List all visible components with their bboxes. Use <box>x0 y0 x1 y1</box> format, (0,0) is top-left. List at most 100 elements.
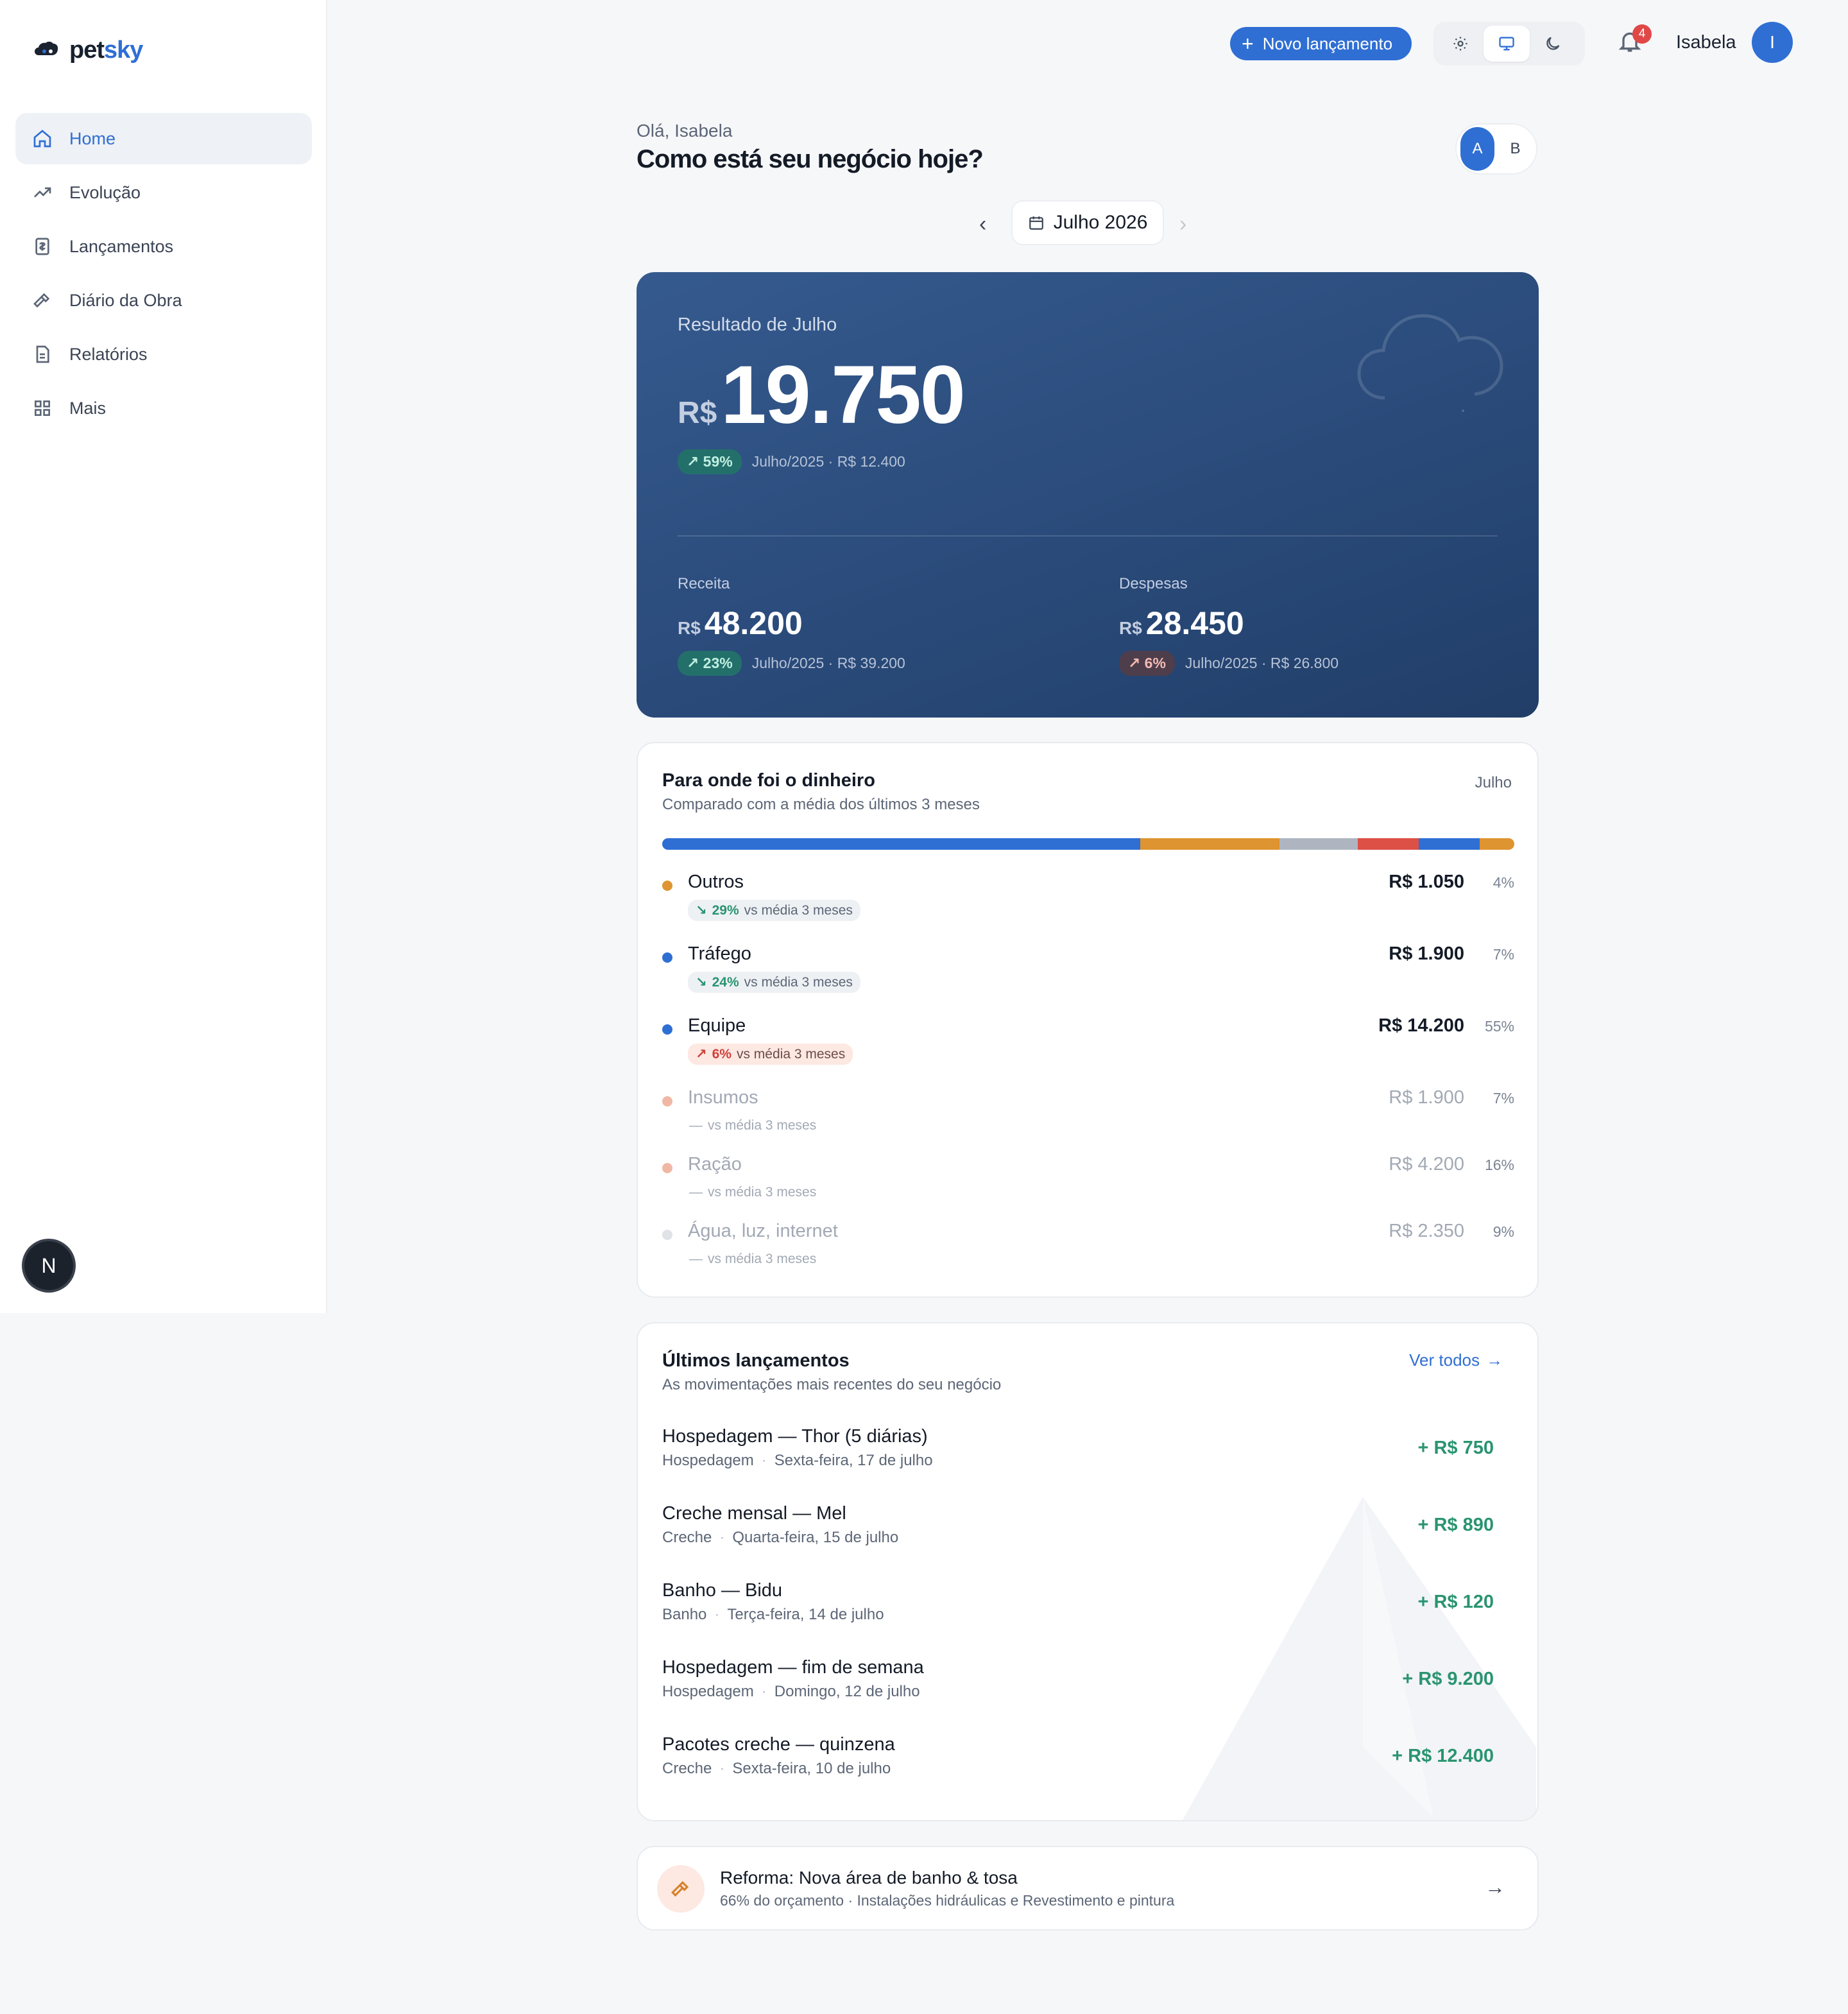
stacked-bar <box>662 838 1514 850</box>
new-entry-label: Novo lançamento <box>1262 33 1393 53</box>
entry-row[interactable]: Hospedagem — fim de semana Hospedagem · Do… <box>662 1657 1494 1734</box>
entry-title: Hospedagem — fim de semana <box>662 1657 924 1678</box>
category-name: Tráfego <box>688 943 751 964</box>
monitor-icon <box>1499 37 1514 51</box>
see-all-link[interactable]: Ver todos → <box>1409 1350 1503 1370</box>
bar-segment <box>1358 838 1419 850</box>
expenses-label: Despesas <box>1119 575 1188 592</box>
bar-segment <box>1140 838 1280 850</box>
category-row[interactable]: Tráfego R$ 1.900 7% ↘ 24% vs média 3 mese… <box>662 943 1514 1015</box>
theme-switcher <box>1433 22 1585 65</box>
category-list: Outros R$ 1.050 4% ↘ 29% vs média 3 meses… <box>662 872 1514 1287</box>
delta-up-badge: ↗ 23% <box>678 651 742 676</box>
category-amount: R$ 4.200 <box>1389 1154 1464 1175</box>
result-delta: ↗ 59% Julho/2025 · R$ 12.400 <box>678 449 905 474</box>
light-theme-button[interactable] <box>1437 26 1484 62</box>
category-amount: R$ 14.200 <box>1378 1015 1464 1036</box>
category-dot <box>662 1163 672 1173</box>
sun-icon <box>1453 37 1467 51</box>
month-navigator: ‹ Julho 2026 › <box>635 200 1540 246</box>
plus-icon: + <box>1242 32 1254 55</box>
entry-row[interactable]: Creche mensal — Mel Creche · Quarta-feira,… <box>662 1503 1494 1580</box>
sidebar-item-evolucao[interactable]: Evolução <box>15 167 312 218</box>
hammer-icon <box>33 293 50 308</box>
entry-list: Hospedagem — Thor (5 diárias) Hospedagem… <box>662 1426 1494 1811</box>
delta-down-badge: ↗ 6% <box>1119 651 1175 676</box>
new-entry-button[interactable]: + Novo lançamento <box>1230 27 1412 60</box>
category-dot <box>662 881 672 891</box>
trend-arrow-icon: ↘ <box>696 903 707 918</box>
card-month: Julho <box>1475 774 1512 791</box>
category-amount: R$ 1.050 <box>1389 872 1464 892</box>
greeting: Olá, Isabela <box>637 121 733 141</box>
currency-symbol: R$ <box>678 396 717 430</box>
category-row[interactable]: Insumos R$ 1.900 7% — vs média 3 meses <box>662 1087 1514 1154</box>
category-amount: R$ 2.350 <box>1389 1221 1464 1241</box>
chevron-left-icon[interactable]: ‹ <box>979 212 986 237</box>
file-icon <box>36 345 49 363</box>
spending-breakdown-card: Para onde foi o dinheiro Comparado com a… <box>637 742 1539 1298</box>
notification-count-badge: 4 <box>1632 24 1652 44</box>
system-theme-button[interactable] <box>1484 26 1530 62</box>
sidebar-item-label: Lançamentos <box>69 236 174 256</box>
trend-arrow-icon: ↗ <box>696 1047 707 1062</box>
sidebar-item-mais[interactable]: Mais <box>15 383 312 434</box>
entry-row[interactable]: Banho — Bidu Banho · Terça-feira, 14 de ju… <box>662 1580 1494 1657</box>
toggle-a-button[interactable]: A <box>1460 127 1494 171</box>
category-dot <box>662 1024 672 1035</box>
revenue-label: Receita <box>678 575 730 592</box>
sidebar-item-relatorios[interactable]: Relatórios <box>15 329 312 380</box>
sidebar: petsky Home Evolução Lançamentos Diário … <box>0 0 327 1313</box>
category-name: Insumos <box>688 1087 758 1108</box>
sidebar-item-label: Mais <box>69 398 107 418</box>
result-title: Resultado de Julho <box>678 314 837 335</box>
category-row[interactable]: Equipe R$ 14.200 55% ↗ 6% vs média 3 mese… <box>662 1015 1514 1087</box>
entry-row[interactable]: Hospedagem — Thor (5 diárias) Hospedagem… <box>662 1426 1494 1503</box>
category-dot <box>662 1230 672 1240</box>
category-name: Ração <box>688 1154 742 1175</box>
sidebar-nav: Home Evolução Lançamentos Diário da Obra… <box>15 113 312 436</box>
avatar[interactable]: I <box>1752 22 1793 63</box>
entry-row[interactable]: Pacotes creche — quinzena Creche · Sexta-f… <box>662 1734 1494 1811</box>
toggle-b-button[interactable]: B <box>1498 127 1532 171</box>
entry-meta: Hospedagem · Sexta-feira, 17 de julho <box>662 1452 933 1469</box>
category-percent: 4% <box>1493 874 1514 891</box>
expenses-block: Despesas R$ 28.450 ↗ 6% Julho/2025 · R$ … <box>1119 575 1339 676</box>
expenses-delta: ↗ 6% Julho/2025 · R$ 26.800 <box>1119 651 1339 676</box>
entry-meta: Creche · Sexta-feira, 10 de julho <box>662 1760 891 1777</box>
notifications-button[interactable]: 4 <box>1617 24 1652 60</box>
category-dot <box>662 952 672 963</box>
card-subtitle: As movimentações mais recentes do seu ne… <box>662 1376 1002 1393</box>
chevron-right-icon[interactable]: › <box>1179 212 1186 237</box>
dark-theme-button[interactable] <box>1530 26 1576 62</box>
entry-title: Creche mensal — Mel <box>662 1503 846 1524</box>
category-row[interactable]: Água, luz, internet R$ 2.350 9% — vs médi… <box>662 1221 1514 1287</box>
month-picker[interactable]: Julho 2026 <box>1011 200 1164 245</box>
dev-tools-badge[interactable]: N <box>24 1241 73 1290</box>
category-trend-badge: ↘ 24% vs média 3 meses <box>688 972 860 993</box>
category-trend-badge: ↗ 6% vs média 3 meses <box>688 1044 853 1065</box>
bar-segment <box>662 838 1141 850</box>
receipt-icon <box>35 237 49 255</box>
category-trend-badge: ↘ 29% vs média 3 meses <box>688 900 860 921</box>
category-row[interactable]: Ração R$ 4.200 16% — vs média 3 meses <box>662 1154 1514 1221</box>
project-subtitle: 66% do orçamento · Instalações hidráulic… <box>720 1892 1175 1909</box>
sidebar-item-label: Relatórios <box>69 344 148 364</box>
category-trend-badge: — vs média 3 meses <box>689 1252 817 1266</box>
entry-meta: Creche · Quarta-feira, 15 de julho <box>662 1529 899 1546</box>
sidebar-item-home[interactable]: Home <box>15 113 312 164</box>
revenue-delta: ↗ 23% Julho/2025 · R$ 39.200 <box>678 651 905 676</box>
ab-toggle: A B <box>1455 123 1537 175</box>
sidebar-item-lancamentos[interactable]: Lançamentos <box>15 221 312 272</box>
category-row[interactable]: Outros R$ 1.050 4% ↘ 29% vs média 3 meses <box>662 872 1514 943</box>
delta-up-badge: ↗ 59% <box>678 449 742 474</box>
project-card[interactable]: Reforma: Nova área de banho & tosa 66% d… <box>637 1846 1539 1931</box>
brand-logo[interactable]: petsky <box>32 36 143 64</box>
cloud-dog-icon <box>35 41 58 55</box>
expenses-amount: R$ 28.450 <box>1119 605 1244 641</box>
card-subtitle: Comparado com a média dos últimos 3 mese… <box>662 796 980 813</box>
home-icon <box>33 130 51 148</box>
recent-entries-card: Últimos lançamentos As movimentações mai… <box>637 1322 1539 1821</box>
entry-title: Pacotes creche — quinzena <box>662 1734 895 1755</box>
sidebar-item-diario-da-obra[interactable]: Diário da Obra <box>15 275 312 326</box>
